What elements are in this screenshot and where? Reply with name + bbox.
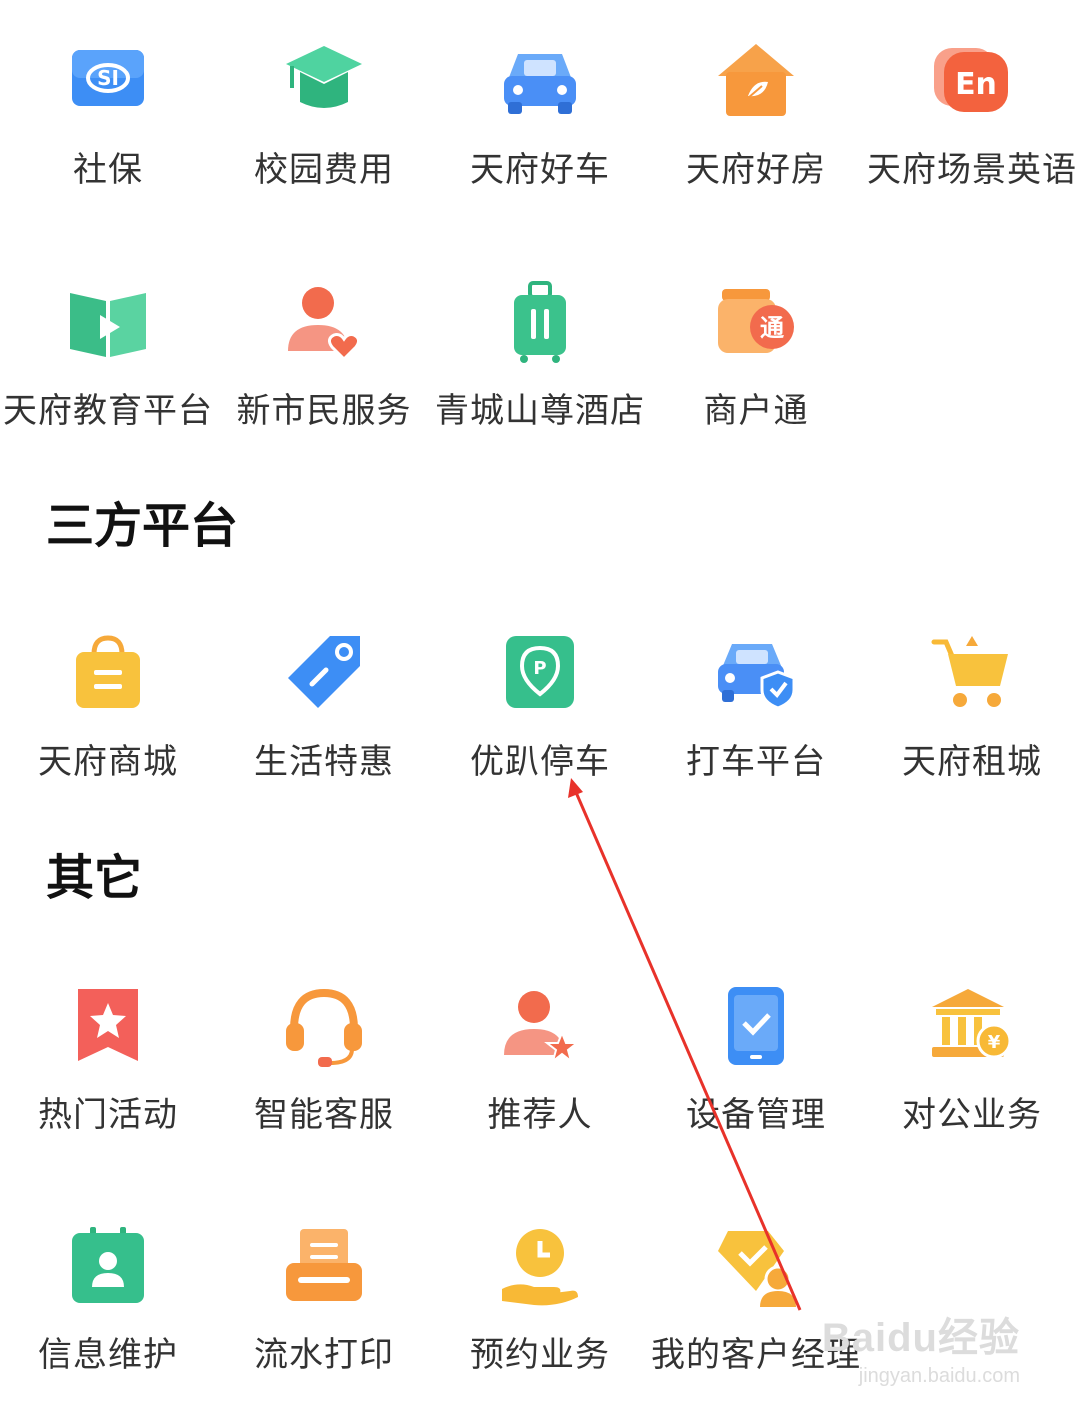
service-qingcheng-hotel[interactable]: 青城山尊酒店 [432, 281, 648, 461]
service-tianfu-english[interactable]: En 天府场景英语 [864, 40, 1080, 220]
service-parking[interactable]: P 优趴停车 [432, 632, 648, 812]
clock-hand-icon [498, 1225, 582, 1309]
svg-text:SI: SI [97, 66, 119, 90]
bank-yuan-icon: ¥ [930, 985, 1014, 1069]
service-grid-row-2: 天府教育平台 新市民服务 青城山尊酒店 通 商户通 [0, 281, 1080, 461]
car-shield-icon [714, 632, 798, 716]
service-hot-events[interactable]: 热门活动 [0, 985, 216, 1165]
service-label: 智能客服 [254, 1095, 394, 1135]
service-smart-support[interactable]: 智能客服 [216, 985, 432, 1165]
car-icon [498, 40, 582, 124]
service-label: 优趴停车 [470, 742, 610, 782]
discount-tag-icon [282, 632, 366, 716]
service-corporate-business[interactable]: ¥ 对公业务 [864, 985, 1080, 1165]
service-label: 天府商城 [38, 742, 178, 782]
star-bookmark-icon [66, 985, 150, 1069]
merchant-jar-icon: 通 [714, 281, 798, 365]
graduation-cap-icon [282, 40, 366, 124]
service-social-security[interactable]: SI 社保 [0, 40, 216, 220]
service-label: 流水打印 [254, 1335, 394, 1375]
service-label: 校园费用 [254, 150, 394, 190]
service-label: 社保 [73, 150, 143, 190]
watermark-main: Baidu经验 [821, 1316, 1020, 1360]
headset-icon [282, 985, 366, 1069]
service-merchant[interactable]: 通 商户通 [648, 281, 864, 461]
section-title-other: 其它 [46, 850, 143, 906]
service-tianfu-car[interactable]: 天府好车 [432, 40, 648, 220]
service-referrer[interactable]: 推荐人 [432, 985, 648, 1165]
service-tianfu-mall[interactable]: 天府商城 [0, 632, 216, 812]
svg-text:En: En [955, 67, 997, 102]
service-ride-hailing[interactable]: 打车平台 [648, 632, 864, 812]
third-party-grid: 天府商城 生活特惠 P 优趴停车 打车平台 天府租城 [0, 632, 1080, 812]
luggage-icon [498, 281, 582, 365]
service-label: 天府教育平台 [3, 391, 213, 431]
service-label: 天府好车 [470, 150, 610, 190]
service-tianfu-rent[interactable]: 天府租城 [864, 632, 1080, 812]
service-label: 信息维护 [38, 1335, 178, 1375]
section-title-third-party: 三方平台 [46, 498, 239, 554]
person-star-icon [498, 985, 582, 1069]
person-heart-icon [282, 281, 366, 365]
watermark-url: jingyan.baidu.com [858, 1365, 1020, 1387]
service-label: 预约业务 [470, 1335, 610, 1375]
service-appointment[interactable]: 预约业务 [432, 1225, 648, 1405]
service-label: 设备管理 [686, 1095, 826, 1135]
parking-pin-icon: P [498, 632, 582, 716]
service-label: 对公业务 [902, 1095, 1042, 1135]
service-campus-fees[interactable]: 校园费用 [216, 40, 432, 220]
service-label: 生活特惠 [254, 742, 394, 782]
service-tianfu-education[interactable]: 天府教育平台 [0, 281, 216, 461]
house-icon [714, 40, 798, 124]
service-label: 打车平台 [686, 742, 826, 782]
service-tianfu-house[interactable]: 天府好房 [648, 40, 864, 220]
phone-check-icon [714, 985, 798, 1069]
svg-text:¥: ¥ [988, 1032, 1001, 1053]
service-label: 青城山尊酒店 [435, 391, 645, 431]
service-statement-print[interactable]: 流水打印 [216, 1225, 432, 1405]
svg-text:通: 通 [760, 314, 784, 342]
service-device-management[interactable]: 设备管理 [648, 985, 864, 1165]
service-label: 天府好房 [686, 150, 826, 190]
shopping-cart-icon [930, 632, 1014, 716]
contact-card-icon [66, 1225, 150, 1309]
service-grid-row-1: SI 社保 校园费用 天府好车 天府好房 En 天府场景英语 [0, 40, 1080, 220]
service-info-maintenance[interactable]: 信息维护 [0, 1225, 216, 1405]
service-label: 天府场景英语 [867, 150, 1077, 190]
book-play-icon [66, 281, 150, 365]
svg-text:P: P [533, 658, 546, 679]
baidu-watermark: Baidu经验 jingyan.baidu.com [822, 1305, 1020, 1388]
service-label: 热门活动 [38, 1095, 178, 1135]
service-label: 天府租城 [902, 742, 1042, 782]
manager-badge-icon [714, 1225, 798, 1309]
printer-icon [282, 1225, 366, 1309]
social-security-icon: SI [66, 40, 150, 124]
service-label: 推荐人 [487, 1095, 593, 1135]
other-grid-row-1: 热门活动 智能客服 推荐人 设备管理 ¥ 对公业务 [0, 985, 1080, 1165]
service-label: 新市民服务 [236, 391, 412, 431]
english-chat-icon: En [930, 40, 1014, 124]
service-label: 商户通 [703, 391, 809, 431]
shopping-bag-icon [66, 632, 150, 716]
service-new-citizen[interactable]: 新市民服务 [216, 281, 432, 461]
service-life-deals[interactable]: 生活特惠 [216, 632, 432, 812]
